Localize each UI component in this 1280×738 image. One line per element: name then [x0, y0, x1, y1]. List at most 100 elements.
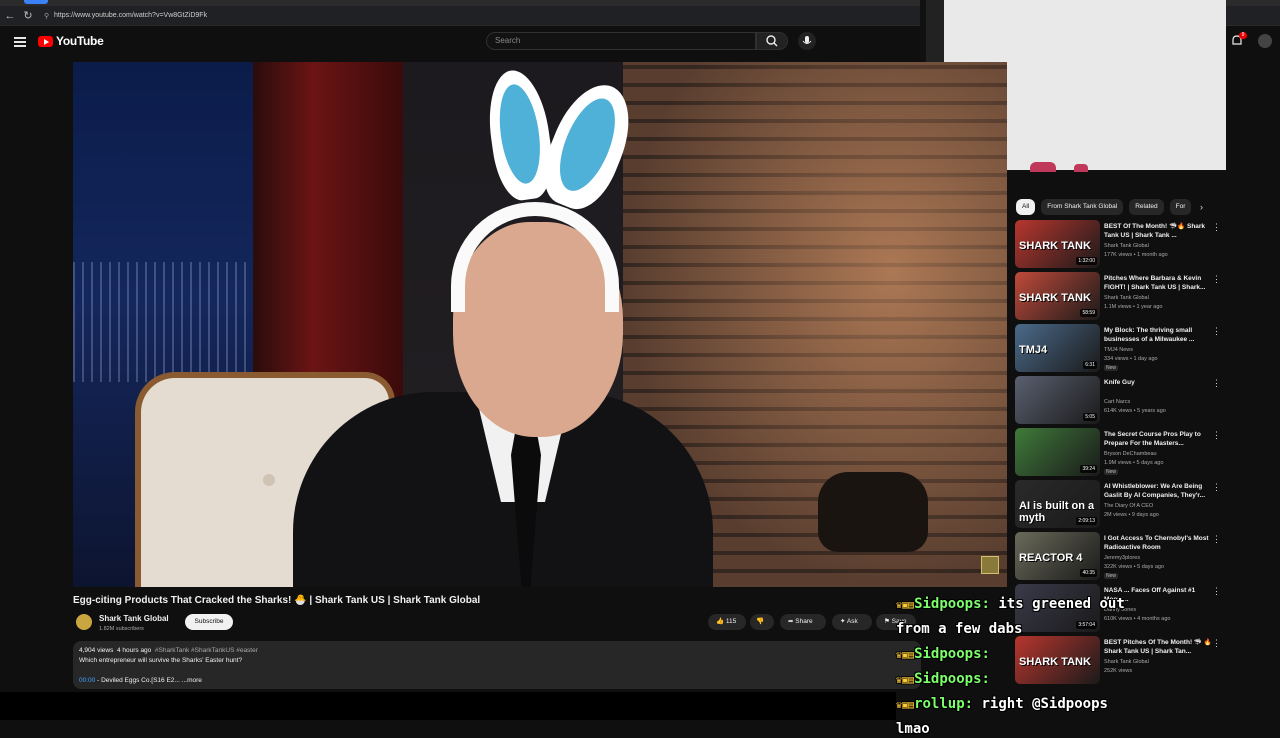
thumbnail-label: SHARK TANK: [1019, 292, 1091, 304]
recommendation-channel[interactable]: Cart Narcs: [1104, 399, 1130, 405]
description-text: Which entrepreneur will survive the Shar…: [79, 657, 243, 664]
share-icon: ➦: [788, 618, 794, 625]
menu-icon[interactable]: [14, 35, 26, 47]
search-input[interactable]: Search: [486, 32, 756, 50]
chat-text: from a few dabs: [896, 621, 1023, 637]
channel-watermark[interactable]: [981, 556, 999, 574]
video-thumbnail[interactable]: 5:05: [1015, 376, 1100, 424]
more-link[interactable]: ...more: [182, 677, 202, 684]
subscriber-count: 1.82M subscribers: [99, 626, 144, 632]
search-button[interactable]: [756, 32, 788, 50]
new-badge: New: [1104, 469, 1119, 475]
thumbnail-label: REACTOR 4: [1019, 552, 1083, 564]
recommendation-channel[interactable]: Shark Tank Global: [1104, 243, 1149, 249]
recommendation-item[interactable]: SHARK TANK 58:59 Pitches Where Barbara & K…: [1015, 272, 1225, 324]
chat-message: ♛▣▤Sidpoops:: [896, 663, 1280, 688]
chip-all[interactable]: All: [1016, 199, 1036, 215]
chat-username: rollup:: [914, 696, 974, 712]
chapter-title: - Deviled Eggs Co.[S16 E2...: [97, 677, 180, 684]
address-bar[interactable]: https://www.youtube.com/watch?v=Vw8GtZiD…: [54, 12, 207, 19]
video-thumbnail[interactable]: TMJ4 6:31: [1015, 324, 1100, 372]
channel-avatar[interactable]: [76, 614, 92, 630]
sparkle-icon: ✦: [840, 618, 846, 625]
more-options-icon[interactable]: ⋮: [1212, 222, 1221, 233]
video-pot: [818, 472, 928, 552]
recommendation-title[interactable]: BEST Of The Month! 🦈🔥 Shark Tank US | Sh…: [1104, 222, 1212, 240]
video-thumbnail[interactable]: SHARK TANK 1:32:00: [1015, 220, 1100, 268]
description-box[interactable]: 4,904 views 4 hours ago #SharkTank #Shar…: [73, 641, 921, 689]
youtube-play-icon: [38, 35, 53, 47]
dislike-button[interactable]: 👎: [750, 614, 774, 630]
chapter-timestamp[interactable]: 00:00: [79, 677, 95, 684]
account-avatar[interactable]: [1258, 34, 1272, 48]
video-duration: 6:31: [1083, 361, 1097, 369]
recommendation-item[interactable]: TMJ4 6:31 My Block: The thriving small bus…: [1015, 324, 1225, 376]
recommendation-channel[interactable]: Bryson DeChambeau: [1104, 451, 1157, 457]
more-options-icon[interactable]: ⋮: [1212, 430, 1221, 441]
recommendation-channel[interactable]: The Diary Of A CEO: [1104, 503, 1153, 509]
video-duration: 40:35: [1080, 569, 1097, 577]
more-options-icon[interactable]: ⋮: [1212, 274, 1221, 285]
video-thumbnail[interactable]: SHARK TANK 58:59: [1015, 272, 1100, 320]
recommendation-title[interactable]: AI Whistleblower: We Are Being Gaslit By…: [1104, 482, 1212, 500]
recommendation-title[interactable]: Knife Guy: [1104, 378, 1212, 387]
voice-search-button[interactable]: [798, 32, 816, 50]
chip-for-you[interactable]: For: [1169, 199, 1192, 215]
like-button[interactable]: 👍 115: [708, 614, 746, 630]
notifications-button[interactable]: 9: [1230, 32, 1247, 48]
chat-text: right @Sidpoops: [973, 696, 1108, 712]
chat-message: lmao: [896, 713, 1280, 738]
chevron-right-icon[interactable]: ›: [1200, 202, 1203, 212]
recommendation-item[interactable]: 5:05 Knife Guy Cart Narcs 614K views • 5 ye…: [1015, 376, 1225, 428]
ask-button[interactable]: ✦ Ask: [832, 614, 872, 630]
notification-badge: 9: [1239, 32, 1247, 39]
site-info-icon[interactable]: ⚲: [44, 12, 49, 20]
subscribe-button[interactable]: Subscribe: [185, 614, 233, 630]
recommendation-channel[interactable]: TMJ4 News: [1104, 347, 1133, 353]
recommendation-item[interactable]: 39:24 The Secret Course Pros Play to Prep…: [1015, 428, 1225, 480]
recommendation-item[interactable]: REACTOR 4 40:35 I Got Access To Chernobyl'…: [1015, 532, 1225, 584]
active-tab[interactable]: [24, 0, 48, 4]
chat-message: ♛▣▤Sidpoops:: [896, 638, 1280, 663]
hashtags[interactable]: #SharkTank #SharkTankUS #easter: [155, 647, 258, 654]
like-count: 115: [725, 618, 737, 625]
chat-username: Sidpoops:: [914, 596, 990, 612]
more-options-icon[interactable]: ⋮: [1212, 326, 1221, 337]
search-icon: [766, 35, 778, 47]
recommendation-title[interactable]: The Secret Course Pros Play to Prepare F…: [1104, 430, 1212, 448]
recommendation-title[interactable]: I Got Access To Chernobyl's Most Radioac…: [1104, 534, 1212, 552]
ask-label: Ask: [846, 618, 858, 625]
recommendation-title[interactable]: My Block: The thriving small businesses …: [1104, 326, 1212, 344]
view-count: 4,904 views: [79, 647, 114, 654]
video-player[interactable]: [73, 62, 1007, 587]
recommendation-item[interactable]: SHARK TANK 1:32:00 BEST Of The Month! 🦈🔥 S…: [1015, 220, 1225, 272]
video-thumbnail[interactable]: AI is built on a myth 2:09:13: [1015, 480, 1100, 528]
chat-text: its greened out: [989, 596, 1125, 612]
more-options-icon[interactable]: ⋮: [1212, 482, 1221, 493]
video-duration: 5:05: [1083, 413, 1097, 421]
video-thumbnail[interactable]: REACTOR 4 40:35: [1015, 532, 1100, 580]
recommendation-meta: 614K views • 5 years ago: [1104, 408, 1166, 414]
chat-badges: ♛▣▤: [896, 650, 915, 661]
upload-age: 4 hours ago: [116, 647, 152, 654]
recommendation-title[interactable]: Pitches Where Barbara & Kevin FIGHT! | S…: [1104, 274, 1212, 292]
reload-icon[interactable]: ↻: [22, 10, 34, 22]
recommendation-item[interactable]: AI is built on a myth 2:09:13 AI Whistlebl…: [1015, 480, 1225, 532]
related-filter-chips: All From Shark Tank Global Related For: [1016, 199, 1192, 215]
chip-related[interactable]: Related: [1129, 199, 1164, 215]
chip-from-channel[interactable]: From Shark Tank Global: [1041, 199, 1124, 215]
more-options-icon[interactable]: ⋮: [1212, 534, 1221, 545]
recommendation-channel[interactable]: Jeremy3plores: [1104, 555, 1140, 561]
channel-name[interactable]: Shark Tank Global: [99, 614, 169, 623]
back-icon[interactable]: ←: [4, 10, 16, 22]
youtube-logo[interactable]: YouTube: [38, 34, 104, 48]
video-duration: 58:59: [1080, 309, 1097, 317]
chat-message: ♛▣▤rollup: right @Sidpoops: [896, 688, 1280, 713]
more-options-icon[interactable]: ⋮: [1212, 378, 1221, 389]
recommendation-channel[interactable]: Shark Tank Global: [1104, 295, 1149, 301]
share-button[interactable]: ➦ Share: [780, 614, 826, 630]
video-thumbnail[interactable]: 39:24: [1015, 428, 1100, 476]
video-duration: 39:24: [1080, 465, 1097, 473]
recommendation-meta: 177K views • 1 month ago: [1104, 252, 1168, 258]
bookmark-icon: ⚑: [884, 618, 890, 625]
